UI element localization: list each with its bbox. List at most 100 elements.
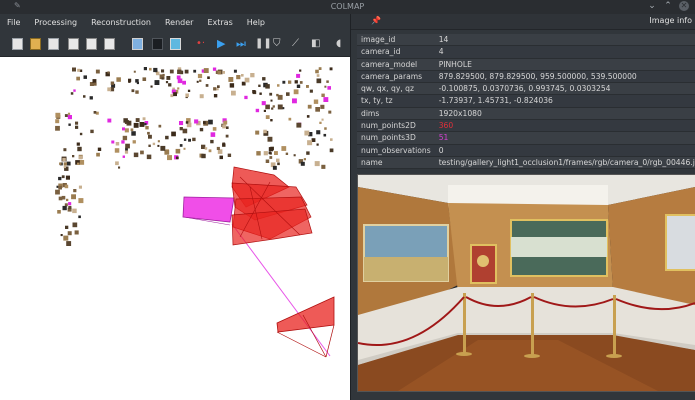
- minimize-icon[interactable]: ⌄: [647, 1, 657, 11]
- point-3d: [78, 155, 83, 160]
- menu-processing[interactable]: Processing: [27, 14, 84, 32]
- info-value: 1920x1080: [434, 107, 695, 121]
- point-3d: [208, 149, 212, 153]
- step-reconstruction-icon[interactable]: ⏭: [236, 38, 247, 50]
- save-project-icon[interactable]: [68, 38, 79, 50]
- feature-extraction-icon[interactable]: [132, 38, 143, 50]
- maximize-icon[interactable]: ⌃: [663, 1, 673, 11]
- point-3d: [107, 118, 112, 123]
- dot-icon[interactable]: •·: [196, 38, 207, 50]
- image-info-table: image_id 14 camera_id 4 camera_model PINHOLE c…: [357, 34, 695, 170]
- point-3d: [142, 77, 147, 81]
- point-3d: [123, 118, 128, 123]
- edit-project-icon[interactable]: [48, 38, 59, 50]
- menu-reconstruction[interactable]: Reconstruction: [84, 14, 158, 32]
- model-viewer-3d[interactable]: [0, 57, 350, 400]
- lock-icon[interactable]: ◖: [336, 38, 347, 50]
- point-3d: [67, 231, 72, 236]
- point-3d: [307, 140, 313, 146]
- point-3d: [83, 75, 87, 79]
- point-3d: [170, 94, 174, 98]
- point-cloud-canvas[interactable]: [0, 57, 350, 400]
- point-3d: [236, 75, 241, 80]
- point-3d: [263, 129, 267, 134]
- point-3d: [307, 104, 312, 109]
- point-3d: [92, 79, 97, 83]
- point-3d: [63, 165, 66, 169]
- open-project-icon[interactable]: [30, 38, 41, 50]
- point-3d: [167, 155, 172, 161]
- point-3d: [288, 117, 292, 121]
- camera-frustum[interactable]: [231, 208, 313, 246]
- point-3d: [293, 154, 296, 157]
- point-3d: [203, 68, 209, 73]
- point-3d: [193, 69, 197, 73]
- point-3d: [125, 143, 130, 149]
- start-reconstruction-icon[interactable]: ▶: [217, 38, 228, 50]
- point-3d: [306, 85, 309, 88]
- camera-frustum[interactable]: [276, 296, 335, 333]
- import-model-icon[interactable]: [86, 38, 97, 50]
- point-3d: [114, 148, 120, 153]
- export-model-icon[interactable]: [104, 38, 115, 50]
- info-key: qw, qx, qy, qz: [357, 82, 435, 96]
- dense-reconstruction-icon[interactable]: ◧: [311, 38, 322, 50]
- reset-reconstruction-icon[interactable]: ⛉: [273, 38, 284, 50]
- point-3d: [277, 104, 283, 110]
- point-3d: [293, 89, 299, 95]
- feature-matching-icon[interactable]: [152, 38, 163, 50]
- info-value: 879.829500, 879.829500, 959.500000, 539.…: [434, 70, 695, 84]
- menu-render[interactable]: Render: [158, 14, 200, 32]
- point-3d: [303, 158, 306, 161]
- point-3d: [139, 122, 145, 127]
- point-3d: [262, 77, 266, 81]
- point-3d: [212, 127, 217, 131]
- point-3d: [136, 81, 139, 85]
- point-3d: [171, 131, 176, 137]
- point-3d: [72, 155, 75, 158]
- info-value: -0.100875, 0.0370736, 0.993745, 0.030325…: [434, 82, 695, 96]
- point-3d: [244, 77, 250, 83]
- bundle-adjustment-icon[interactable]: ⟋: [292, 38, 303, 50]
- new-project-icon[interactable]: [12, 38, 23, 50]
- menu-file[interactable]: File: [0, 14, 27, 32]
- point-3d: [133, 70, 136, 73]
- point-3d: [269, 156, 273, 159]
- point-3d: [282, 80, 286, 84]
- point-3d: [179, 121, 184, 126]
- point-3d: [57, 210, 61, 214]
- point-3d: [228, 77, 234, 82]
- pause-reconstruction-icon[interactable]: ❚❚: [255, 38, 272, 50]
- database-management-icon[interactable]: [170, 38, 181, 50]
- info-row-dims: dims 1920x1080: [357, 107, 695, 121]
- point-3d: [255, 108, 260, 113]
- point-3d: [79, 160, 85, 165]
- point-3d: [83, 95, 86, 98]
- close-icon[interactable]: ✕: [679, 1, 689, 11]
- window-controls: ⌄ ⌃ ✕: [647, 1, 689, 11]
- menu-extras[interactable]: Extras: [200, 14, 239, 32]
- point-3d: [263, 109, 266, 112]
- point-3d: [157, 144, 160, 147]
- point-3d: [217, 85, 220, 88]
- point-3d: [265, 159, 270, 163]
- point-3d: [213, 94, 218, 98]
- point-3d: [187, 89, 191, 92]
- point-3d: [89, 96, 93, 100]
- image-info-panel: 📌 Image info image_id 14 camera_id 4 camera_…: [350, 14, 695, 400]
- point-3d: [64, 203, 68, 207]
- point-3d: [300, 161, 305, 166]
- point-3d: [306, 151, 310, 155]
- point-3d: [311, 138, 316, 142]
- point-3d: [196, 80, 199, 83]
- point-3d: [315, 69, 319, 74]
- point-3d: [277, 94, 283, 100]
- point-3d: [226, 126, 229, 129]
- pin-icon[interactable]: 📌: [371, 16, 381, 25]
- point-3d: [320, 104, 325, 109]
- point-3d: [212, 67, 217, 71]
- menu-help[interactable]: Help: [240, 14, 272, 32]
- menu-bar: File Processing Reconstruction Render Ex…: [0, 14, 350, 32]
- point-3d: [185, 93, 189, 97]
- point-3d: [55, 125, 60, 131]
